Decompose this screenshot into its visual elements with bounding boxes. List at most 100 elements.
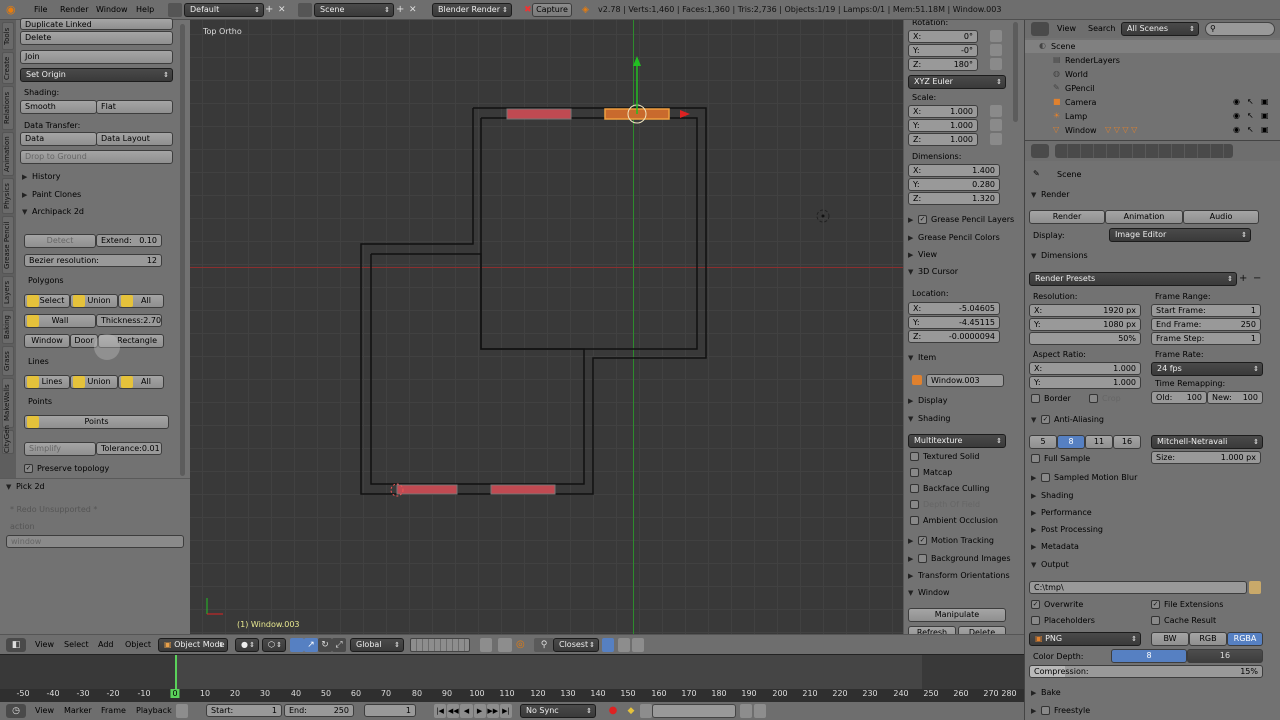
outliner-search-input[interactable]: ⚲ <box>1205 22 1275 36</box>
join-button[interactable]: Join <box>20 50 173 64</box>
aa-samples-8[interactable]: 8 <box>1057 435 1085 449</box>
animation-button[interactable]: Animation <box>1105 210 1183 224</box>
object-menu[interactable]: Object <box>125 639 151 651</box>
prev-keyframe-icon[interactable]: ◀◀ <box>447 704 460 718</box>
jump-end-icon[interactable]: ▶| <box>499 704 513 718</box>
render-preview-icon[interactable] <box>498 638 512 652</box>
aspect-y-field[interactable]: Y: 1.000 <box>1029 376 1141 389</box>
outliner-search-menu[interactable]: Search <box>1088 23 1115 35</box>
color-depth-8-button[interactable]: 8 <box>1111 649 1187 663</box>
thickness-field[interactable]: Thickness: 2.70 <box>96 314 162 327</box>
file-extensions-checkbox[interactable]: ✓ File Extensions <box>1151 600 1223 610</box>
lines-union-button[interactable]: Union <box>70 375 118 389</box>
keying-set-field[interactable] <box>652 704 736 718</box>
keying-options-icon[interactable] <box>640 704 652 718</box>
tab-create[interactable]: Create <box>2 52 14 84</box>
overwrite-checkbox[interactable]: ✓ Overwrite <box>1031 600 1083 610</box>
dimension-z-field[interactable]: Z: 1.320 <box>908 192 1000 205</box>
scale-z-field[interactable]: Z: 1.000 <box>908 133 978 146</box>
border-checkbox[interactable]: Border <box>1031 394 1071 404</box>
post-processing-panel-header[interactable]: ▶ Post Processing <box>1031 524 1103 536</box>
manipulate-button[interactable]: Manipulate <box>908 608 1006 622</box>
outliner-row-lamp[interactable]: ☀ Lamp ◉ ↖ ▣ <box>1025 110 1280 123</box>
lock-scale-x-icon[interactable] <box>990 105 1002 117</box>
npanel-scrollbar[interactable] <box>1013 22 1018 122</box>
select-arrow-icon[interactable]: ↖ <box>1247 125 1254 135</box>
preserve-topology-checkbox[interactable]: ✓ Preserve topology <box>24 464 109 474</box>
metadata-panel-header[interactable]: ▶ Metadata <box>1031 541 1079 553</box>
render-camera-icon[interactable]: ▣ <box>1261 125 1269 135</box>
flat-button[interactable]: Flat <box>96 100 173 114</box>
outliner-filter-selector[interactable]: All Scenes <box>1121 22 1199 36</box>
scale-icon[interactable]: ⤢ <box>332 638 346 652</box>
lock-rotation-z-icon[interactable] <box>990 58 1002 70</box>
motion-tracking-header[interactable]: ▶ ✓ Motion Tracking <box>908 535 994 547</box>
placeholders-checkbox[interactable]: Placeholders <box>1031 616 1095 626</box>
timeline-editor-icon[interactable]: ◷ <box>6 704 26 718</box>
anti-aliasing-panel-header[interactable]: ▼ ✓ Anti-Aliasing <box>1031 414 1104 426</box>
menu-window[interactable]: Window <box>96 4 128 16</box>
preset-add-icon[interactable]: + <box>1239 272 1251 286</box>
tab-tools[interactable]: Tools <box>2 22 14 50</box>
aa-samples-16[interactable]: 16 <box>1113 435 1141 449</box>
select-arrow-icon[interactable]: ↖ <box>1247 111 1254 121</box>
refresh-button[interactable]: Refresh <box>908 626 956 634</box>
delete-button[interactable]: Delete <box>20 31 173 45</box>
visibility-eye-icon[interactable]: ◉ <box>1233 111 1240 121</box>
action-field[interactable]: window <box>6 535 184 548</box>
select-arrow-icon[interactable]: ↖ <box>1247 97 1254 107</box>
resolution-percentage-field[interactable]: 50% <box>1029 332 1141 345</box>
cache-result-checkbox[interactable]: Cache Result <box>1151 616 1216 626</box>
output-path-field[interactable]: C:\tmp\ <box>1029 581 1247 594</box>
blender-logo-icon[interactable]: ◉ <box>6 4 22 16</box>
mode-selector[interactable]: ▣ Object Mode <box>158 638 228 652</box>
opengl-render-icon[interactable] <box>618 638 630 652</box>
background-images-header[interactable]: ▶ Background Images <box>908 553 1011 565</box>
outliner-row-camera[interactable]: ■ Camera ◉ ↖ ▣ <box>1025 96 1280 109</box>
rotation-y-field[interactable]: Y: -0° <box>908 44 978 57</box>
tab-baking[interactable]: Baking <box>2 310 14 344</box>
ambient-occlusion-checkbox[interactable]: Ambient Occlusion <box>910 516 998 526</box>
current-frame-field[interactable]: 1 <box>364 704 416 717</box>
display-panel-header[interactable]: ▶ Display <box>908 395 948 407</box>
pick-2d-panel-header[interactable]: ▼ Pick 2d <box>6 481 45 493</box>
display-selector[interactable]: Image Editor <box>1109 228 1251 242</box>
lock-rotation-y-icon[interactable] <box>990 44 1002 56</box>
duplicate-linked-button[interactable]: Duplicate Linked <box>20 18 173 30</box>
textured-solid-checkbox[interactable]: Textured Solid <box>910 452 979 462</box>
detect-button[interactable]: Detect <box>24 234 96 248</box>
cursor-y-field[interactable]: Y: -4.45115 <box>908 316 1000 329</box>
sync-mode-selector[interactable]: No Sync <box>520 704 596 718</box>
timeline-editor[interactable]: -50 -40 -30 -20 -10 0 10 20 30 40 50 60 … <box>0 654 1024 703</box>
rotate-icon[interactable]: ↻ <box>318 638 332 652</box>
paint-clones-panel-header[interactable]: ▶ Paint Clones <box>22 189 81 201</box>
performance-panel-header[interactable]: ▶ Performance <box>1031 507 1092 519</box>
freestyle-panel-header[interactable]: ▶ Freestyle <box>1031 705 1090 717</box>
tab-physics[interactable]: Physics <box>2 178 14 214</box>
layout-selector[interactable]: Default <box>184 3 264 17</box>
menu-help[interactable]: Help <box>136 4 154 16</box>
end-frame-field[interactable]: End: 250 <box>284 704 354 717</box>
outliner-view-menu[interactable]: View <box>1057 23 1076 35</box>
extend-field[interactable]: Extend: 0.10 <box>96 234 162 247</box>
data-button[interactable]: Data <box>20 132 97 146</box>
frame-step-field[interactable]: Frame Step: 1 <box>1151 332 1261 345</box>
outliner-row-renderlayers[interactable]: ▤ RenderLayers <box>1025 54 1280 67</box>
set-origin-dropdown[interactable]: Set Origin <box>20 68 173 82</box>
tab-layers[interactable]: Layers <box>2 276 14 308</box>
window-button[interactable]: Window <box>24 334 70 348</box>
manipulator-toggle-icon[interactable] <box>290 638 304 652</box>
frame-rate-selector[interactable]: 24 fps <box>1151 362 1263 376</box>
resolution-x-field[interactable]: X: 1920 px <box>1029 304 1141 317</box>
pivot-selector[interactable]: ⬡ <box>262 638 286 652</box>
transform-orientations-header[interactable]: ▶ Transform Orientations <box>908 570 1010 582</box>
rotation-z-field[interactable]: Z: 180° <box>908 58 978 71</box>
timeline-frame-menu[interactable]: Frame <box>101 705 126 717</box>
tab-citygen[interactable]: CityGen <box>2 425 14 454</box>
output-panel-header[interactable]: ▼ Output <box>1031 559 1069 571</box>
bezier-resolution-field[interactable]: Bezier resolution: 12 <box>24 254 162 267</box>
dimension-y-field[interactable]: Y: 0.280 <box>908 178 1000 191</box>
grease-pencil-colors-header[interactable]: ▶ Grease Pencil Colors <box>908 232 1000 244</box>
viewport-3d[interactable]: Top Ortho (1) Window.003 <box>190 20 903 634</box>
outliner-row-scene[interactable]: ◐ Scene <box>1025 40 1280 53</box>
